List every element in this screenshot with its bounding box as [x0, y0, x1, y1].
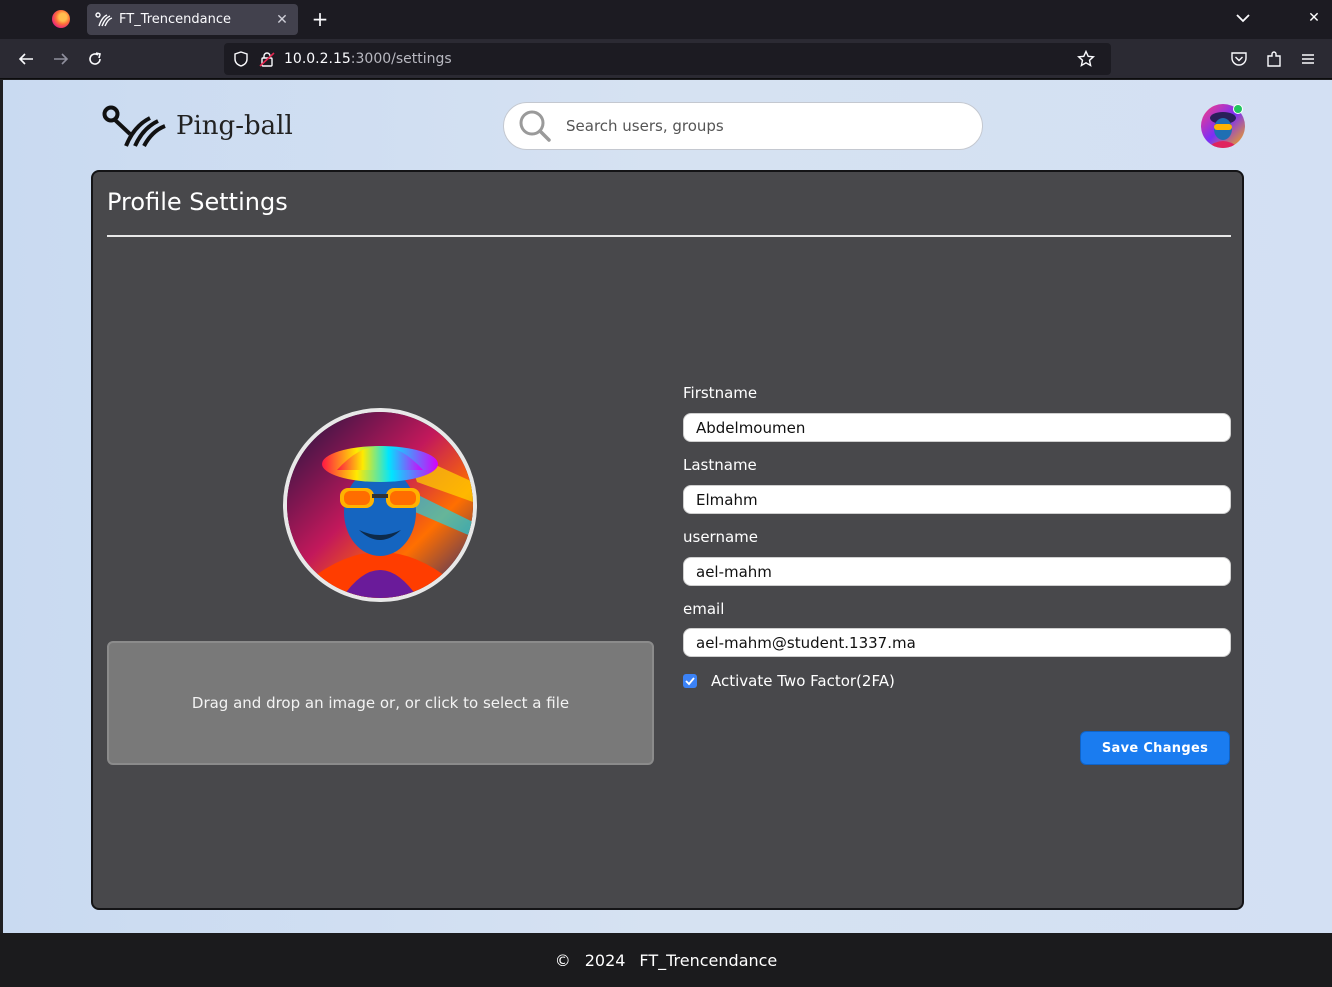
- new-tab-button[interactable]: +: [309, 6, 331, 32]
- username-label: username: [683, 528, 758, 546]
- email-input[interactable]: ael-mahm@student.1337.ma: [683, 628, 1231, 657]
- firefox-icon[interactable]: [52, 10, 70, 28]
- page-content: Ping-ball Profile Settings: [3, 80, 1332, 933]
- image-dropzone[interactable]: Drag and drop an image or, or click to s…: [107, 641, 654, 765]
- url-host: 10.0.2.15: [284, 51, 351, 67]
- back-icon[interactable]: [14, 47, 38, 71]
- online-status-indicator: [1233, 104, 1243, 114]
- twofa-toggle[interactable]: Activate Two Factor(2FA): [683, 672, 895, 690]
- forward-icon[interactable]: [49, 47, 73, 71]
- lastname-input[interactable]: Elmahm: [683, 485, 1231, 514]
- username-input[interactable]: ael-mahm: [683, 557, 1231, 586]
- search-bar[interactable]: [503, 102, 983, 150]
- page-title: Profile Settings: [107, 188, 288, 216]
- lock-icon[interactable]: [258, 50, 276, 68]
- footer-name: FT_Trencendance: [639, 950, 778, 970]
- url-path: :3000/settings: [350, 51, 452, 67]
- profile-settings-card: Profile Settings Drag and drop an image …: [91, 170, 1244, 910]
- firstname-label: Firstname: [683, 384, 758, 402]
- browser-tab-bar: FT_Trencendance ✕ + ✕: [0, 0, 1332, 39]
- profile-avatar: [283, 408, 477, 602]
- twofa-checkbox[interactable]: [683, 674, 697, 688]
- extensions-icon[interactable]: [1263, 48, 1285, 70]
- tab-title: FT_Trencendance: [119, 12, 232, 27]
- url-bar[interactable]: 10.0.2.15:3000/settings: [224, 43, 1111, 75]
- title-divider: [107, 235, 1231, 237]
- firstname-input[interactable]: Abdelmoumen: [683, 413, 1231, 442]
- browser-tab[interactable]: FT_Trencendance ✕: [87, 4, 298, 35]
- ping-ball-logo-icon: [102, 105, 166, 147]
- chevron-down-icon[interactable]: [1233, 8, 1253, 28]
- email-label: email: [683, 600, 725, 618]
- twofa-label: Activate Two Factor(2FA): [711, 672, 895, 690]
- window-close-icon[interactable]: ✕: [1306, 8, 1322, 28]
- copyright-symbol: ©: [554, 950, 571, 970]
- lastname-label: Lastname: [683, 456, 757, 474]
- search-input[interactable]: [566, 117, 946, 135]
- url-text[interactable]: 10.0.2.15:3000/settings: [284, 51, 1077, 67]
- footer: © 2024 FT_Trencendance: [0, 933, 1332, 987]
- browser-nav-bar: 10.0.2.15:3000/settings: [0, 39, 1332, 79]
- footer-year: 2024: [584, 950, 626, 970]
- save-changes-button[interactable]: Save Changes: [1080, 731, 1230, 765]
- search-icon: [519, 110, 551, 142]
- tab-favicon-icon: [95, 11, 113, 28]
- shield-icon[interactable]: [232, 50, 250, 68]
- menu-icon[interactable]: [1297, 48, 1319, 70]
- reload-icon[interactable]: [83, 47, 107, 71]
- brand-name: Ping-ball: [176, 111, 293, 141]
- pocket-icon[interactable]: [1228, 48, 1250, 70]
- star-icon[interactable]: [1077, 50, 1095, 68]
- checkbox-check-icon: [685, 677, 695, 686]
- close-icon[interactable]: ✕: [274, 12, 290, 28]
- brand-logo[interactable]: Ping-ball: [100, 104, 293, 148]
